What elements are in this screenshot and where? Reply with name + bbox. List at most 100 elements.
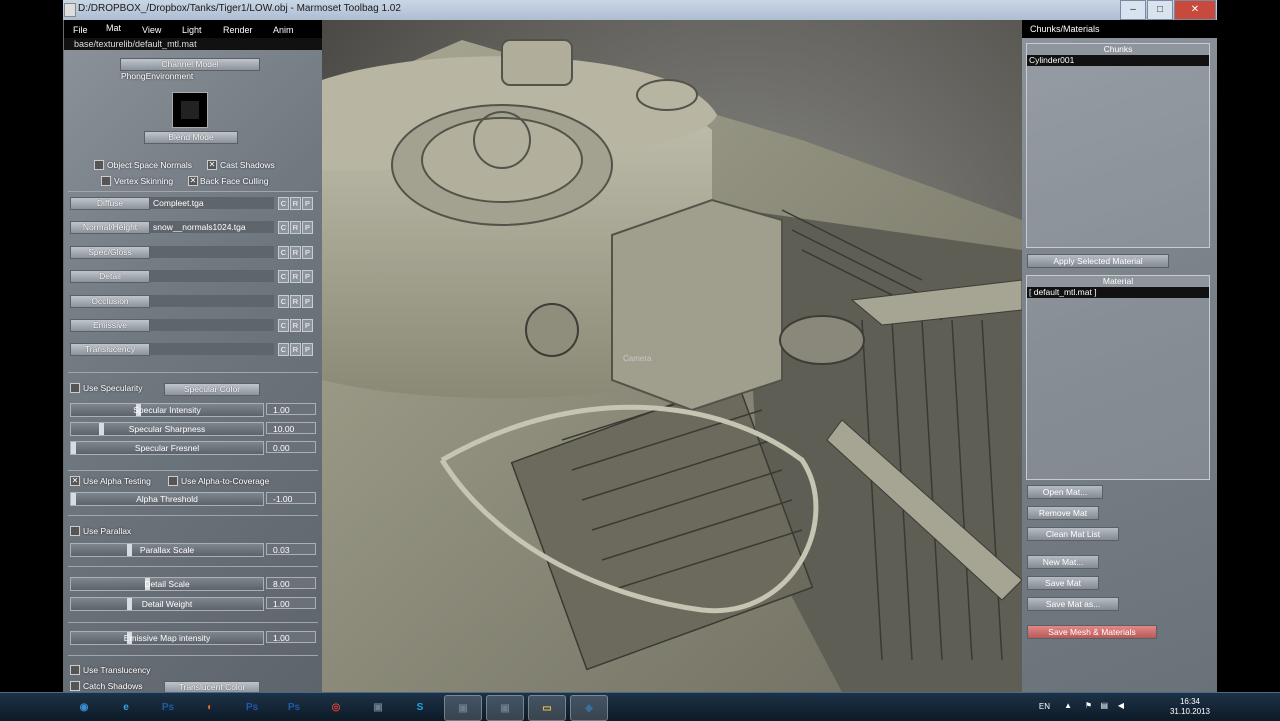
channel-spec-gloss-button[interactable]: Spec/Gloss xyxy=(70,246,150,259)
menu-file[interactable]: File xyxy=(73,25,88,35)
menu-render[interactable]: Render xyxy=(223,25,253,35)
apply-selected-material-button[interactable]: Apply Selected Material xyxy=(1027,254,1169,268)
detail-weight-value[interactable]: 1.00 xyxy=(266,597,316,609)
detail-scale-value[interactable]: 8.00 xyxy=(266,577,316,589)
specular-color-button[interactable]: Specular Color xyxy=(164,383,260,396)
specular-intensity-slider[interactable]: Specular Intensity xyxy=(70,403,264,417)
alpha-threshold-value[interactable]: -1.00 xyxy=(266,492,316,504)
channel-texture-field[interactable]: snow__normals1024.tga xyxy=(150,221,274,233)
taskbar-marmoset-icon[interactable]: ◆ xyxy=(570,695,608,721)
taskbar-internet-explorer-icon[interactable]: e xyxy=(108,695,144,719)
save-mat-button[interactable]: Save Mat xyxy=(1027,576,1099,590)
language-indicator[interactable]: EN xyxy=(1039,702,1050,711)
channel-c-button[interactable]: C xyxy=(278,295,289,308)
channel-r-button[interactable]: R xyxy=(290,343,301,356)
clean-mat-list-button[interactable]: Clean Mat List xyxy=(1027,527,1119,541)
taskbar-folder-icon[interactable]: ▭ xyxy=(528,695,566,721)
channel-r-button[interactable]: R xyxy=(290,270,301,283)
use-alpha-to-coverage-checkbox[interactable] xyxy=(168,476,178,486)
detail-scale-slider[interactable]: Detail Scale xyxy=(70,577,264,591)
channel-c-button[interactable]: C xyxy=(278,270,289,283)
volume-icon[interactable]: ◀ xyxy=(1118,701,1124,710)
menu-light[interactable]: Light xyxy=(182,25,202,35)
back-face-culling-checkbox[interactable]: ✕ xyxy=(188,176,198,186)
menu-mat[interactable]: Mat xyxy=(106,23,121,33)
channel-model-button[interactable]: Channel Model xyxy=(120,58,260,71)
taskbar-app-icon[interactable]: ▣ xyxy=(360,695,396,719)
clock[interactable]: 16:34 31.10.2013 xyxy=(1170,697,1210,717)
close-button[interactable]: ✕ xyxy=(1174,0,1216,20)
channel-c-button[interactable]: C xyxy=(278,246,289,259)
taskbar-firefox-icon[interactable]: ◐ xyxy=(192,695,228,719)
taskbar-photoshop-icon[interactable]: Ps xyxy=(150,695,186,719)
specular-fresnel-value[interactable]: 0.00 xyxy=(266,441,316,453)
specular-intensity-value[interactable]: 1.00 xyxy=(266,403,316,415)
material-item[interactable]: [ default_mtl.mat ] xyxy=(1027,287,1209,298)
taskbar-photoshop-icon[interactable]: Ps xyxy=(276,695,312,719)
specular-sharpness-value[interactable]: 10.00 xyxy=(266,422,316,434)
channel-translucency-button[interactable]: Translucency xyxy=(70,343,150,356)
object-space-normals-checkbox[interactable] xyxy=(94,160,104,170)
channel-emissive-button[interactable]: Emissive xyxy=(70,319,150,332)
tray-expand-icon[interactable]: ▲ xyxy=(1064,701,1072,710)
taskbar-app-icon[interactable]: ▣ xyxy=(444,695,482,721)
channel-p-button[interactable]: P xyxy=(302,270,313,283)
taskbar-app-icon[interactable]: ▣ xyxy=(486,695,524,721)
maximize-button[interactable]: □ xyxy=(1147,0,1173,20)
menu-view[interactable]: View xyxy=(142,25,161,35)
blend-mode-button[interactable]: Blend Mode xyxy=(144,131,238,144)
new-mat-button[interactable]: New Mat... xyxy=(1027,555,1099,569)
channel-r-button[interactable]: R xyxy=(290,246,301,259)
channel-texture-field[interactable]: Compleet.tga xyxy=(150,197,274,209)
specular-sharpness-slider[interactable]: Specular Sharpness xyxy=(70,422,264,436)
specular-fresnel-slider[interactable]: Specular Fresnel xyxy=(70,441,264,455)
channel-c-button[interactable]: C xyxy=(278,343,289,356)
channel-r-button[interactable]: R xyxy=(290,197,301,210)
save-mat-as-button[interactable]: Save Mat as... xyxy=(1027,597,1119,611)
minimize-button[interactable]: – xyxy=(1120,0,1146,20)
use-specularity-checkbox[interactable] xyxy=(70,383,80,393)
taskbar-photoshop-icon[interactable]: Ps xyxy=(234,695,270,719)
channel-texture-field[interactable] xyxy=(150,343,274,355)
channel-p-button[interactable]: P xyxy=(302,319,313,332)
parallax-scale-value[interactable]: 0.03 xyxy=(266,543,316,555)
vertex-skinning-checkbox[interactable] xyxy=(101,176,111,186)
detail-weight-slider[interactable]: Detail Weight xyxy=(70,597,264,611)
open-mat-button[interactable]: Open Mat... xyxy=(1027,485,1103,499)
channel-diffuse-button[interactable]: Diffuse xyxy=(70,197,150,210)
channel-texture-field[interactable] xyxy=(150,270,274,282)
channel-normal-height-button[interactable]: Normal/Height xyxy=(70,221,150,234)
emissive-map-intensity-slider[interactable]: Emissive Map intensity xyxy=(70,631,264,645)
3d-viewport[interactable]: Camera xyxy=(322,20,1022,692)
taskbar-skype-icon[interactable]: S xyxy=(402,695,438,719)
channel-detail-button[interactable]: Detail xyxy=(70,270,150,283)
taskbar-chrome-icon[interactable]: ◎ xyxy=(318,695,354,719)
channel-r-button[interactable]: R xyxy=(290,295,301,308)
use-translucency-checkbox[interactable] xyxy=(70,665,80,675)
channel-c-button[interactable]: C xyxy=(278,221,289,234)
channel-texture-field[interactable] xyxy=(150,319,274,331)
channel-texture-field[interactable] xyxy=(150,295,274,307)
menu-anim[interactable]: Anim xyxy=(273,25,294,35)
channel-r-button[interactable]: R xyxy=(290,221,301,234)
channel-p-button[interactable]: P xyxy=(302,221,313,234)
channel-texture-field[interactable] xyxy=(150,246,274,258)
channel-r-button[interactable]: R xyxy=(290,319,301,332)
cast-shadows-checkbox[interactable]: ✕ xyxy=(207,160,217,170)
chunk-item[interactable]: Cylinder001 xyxy=(1027,55,1209,66)
save-mesh-materials-button[interactable]: Save Mesh & Materials xyxy=(1027,625,1157,639)
channel-p-button[interactable]: P xyxy=(302,246,313,259)
use-parallax-checkbox[interactable] xyxy=(70,526,80,536)
translucent-color-button[interactable]: Translucent Color xyxy=(164,681,260,692)
channel-occlusion-button[interactable]: Occlusion xyxy=(70,295,150,308)
catch-shadows-checkbox[interactable] xyxy=(70,681,80,691)
use-alpha-testing-checkbox[interactable]: ✕ xyxy=(70,476,80,486)
channel-c-button[interactable]: C xyxy=(278,197,289,210)
flag-icon[interactable]: ⚑ xyxy=(1085,701,1092,710)
channel-p-button[interactable]: P xyxy=(302,343,313,356)
channel-p-button[interactable]: P xyxy=(302,197,313,210)
network-icon[interactable]: ▤ xyxy=(1100,701,1108,710)
channel-p-button[interactable]: P xyxy=(302,295,313,308)
taskbar-start-orb-icon[interactable]: ◉ xyxy=(66,695,102,719)
remove-mat-button[interactable]: Remove Mat xyxy=(1027,506,1099,520)
